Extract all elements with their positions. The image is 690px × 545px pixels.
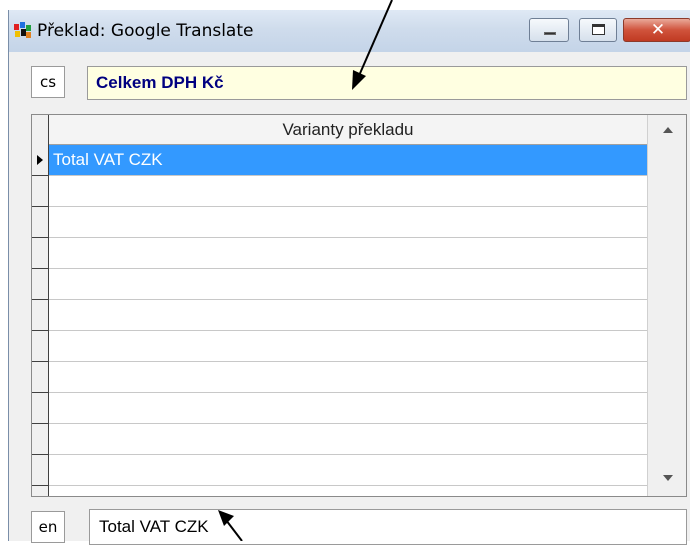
row-indicator-cell (32, 176, 48, 207)
window-title: Překlad: Google Translate (37, 21, 254, 41)
maximize-button[interactable] (579, 18, 617, 42)
table-row[interactable] (49, 269, 647, 300)
maximize-icon (592, 24, 605, 35)
row-indicator-cell (32, 486, 48, 496)
row-indicator-cell (32, 362, 48, 393)
table-row[interactable] (49, 238, 647, 269)
target-language-box[interactable]: en (31, 511, 65, 543)
scroll-down-arrow-icon[interactable] (663, 475, 673, 481)
row-indicator-cell (32, 300, 48, 331)
row-indicator-cell (32, 455, 48, 486)
table-row[interactable] (49, 176, 647, 207)
close-icon: ✕ (650, 20, 666, 40)
row-indicator-cell (32, 269, 48, 300)
row-indicator-cells (32, 145, 48, 496)
row-indicator-cell (32, 207, 48, 238)
source-text-field[interactable]: Celkem DPH Kč (87, 66, 687, 100)
row-indicator-cell[interactable] (32, 145, 48, 176)
row-indicator-cell (32, 238, 48, 269)
translate-window: Překlad: Google Translate ✕ cs Celkem DP… (8, 10, 690, 545)
title-bar[interactable]: Překlad: Google Translate ✕ (9, 10, 690, 52)
source-language-box[interactable]: cs (31, 66, 65, 98)
target-text-field[interactable]: Total VAT CZK (89, 509, 687, 545)
minimize-icon (544, 32, 556, 35)
grid-rows: Total VAT CZK (49, 145, 647, 486)
translation-variants-grid[interactable]: Varianty překladu Total VAT CZK (31, 114, 687, 497)
row-indicator-cell (32, 331, 48, 362)
google-translate-app-icon (14, 22, 31, 38)
column-header-variants[interactable]: Varianty překladu (49, 115, 647, 145)
table-row[interactable] (49, 424, 647, 455)
row-indicator-cell (32, 393, 48, 424)
table-row-selected[interactable]: Total VAT CZK (49, 145, 647, 176)
table-row[interactable] (49, 300, 647, 331)
table-row[interactable] (49, 455, 647, 486)
table-row[interactable] (49, 331, 647, 362)
row-indicator-cell (32, 424, 48, 455)
table-row[interactable] (49, 362, 647, 393)
minimize-button[interactable] (529, 18, 569, 42)
table-row[interactable] (49, 207, 647, 238)
scroll-up-arrow-icon[interactable] (663, 127, 673, 133)
vertical-scrollbar[interactable] (647, 115, 686, 496)
table-row[interactable] (49, 393, 647, 424)
current-row-arrow-icon (37, 155, 43, 165)
close-button[interactable]: ✕ (623, 18, 690, 42)
